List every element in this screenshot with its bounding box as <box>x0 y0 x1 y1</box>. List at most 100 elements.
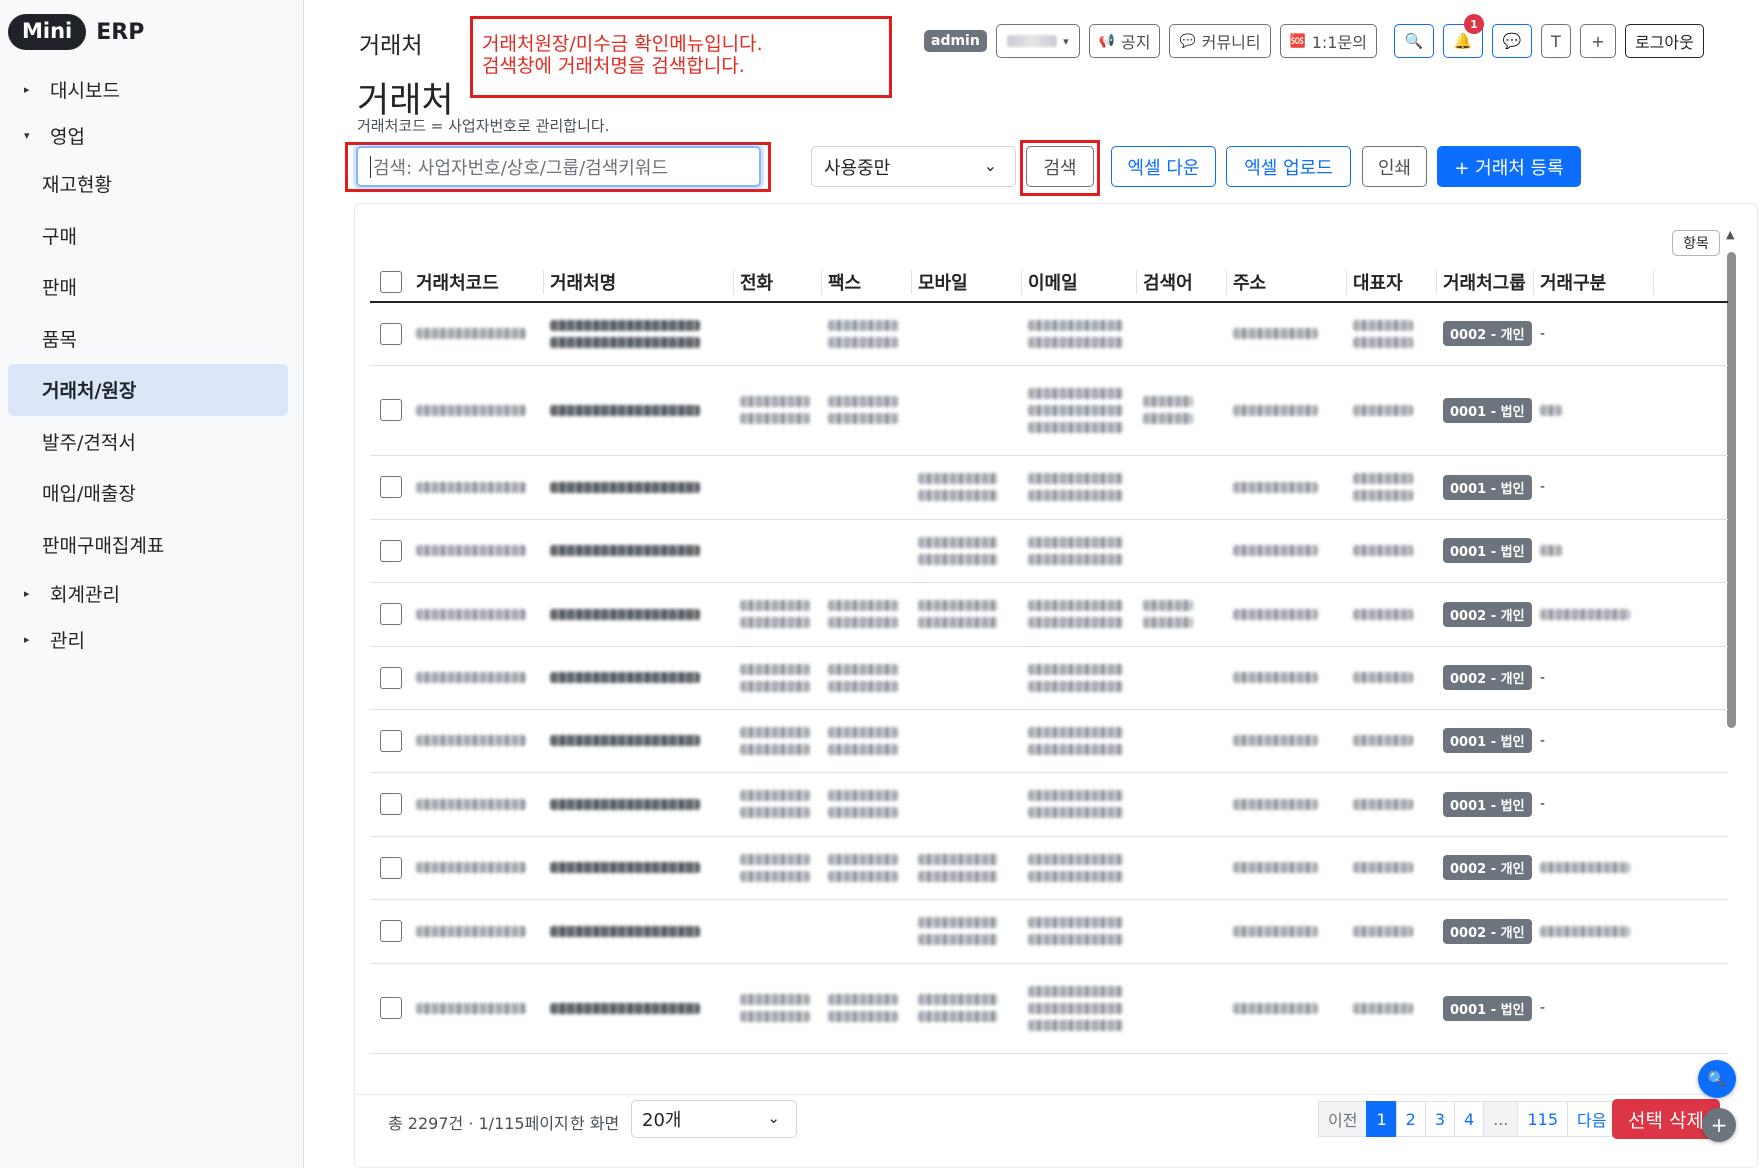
chat-icon: 💬 <box>1502 32 1522 50</box>
select-all-checkbox[interactable] <box>380 270 402 293</box>
redacted-text <box>1028 663 1123 675</box>
inquiry-button[interactable]: 🆘 1:1문의 <box>1279 24 1377 58</box>
table-row[interactable]: 0002 - 개인 <box>370 836 1728 900</box>
col-header-label: 검색어 <box>1143 272 1193 294</box>
total-count: 총 2297건 · 1/115페이지 <box>388 1114 569 1133</box>
column-settings-button[interactable]: 항목 <box>1672 230 1720 256</box>
col-header[interactable]: 이메일 <box>1022 262 1137 303</box>
sidebar-item-clients-ledger[interactable]: 거래처/원장 <box>8 364 288 416</box>
redacted-text <box>1028 336 1123 348</box>
floating-search-icon[interactable]: 🔍 <box>1698 1060 1736 1098</box>
pager-page[interactable]: 3 <box>1424 1101 1456 1137</box>
row-checkbox[interactable] <box>380 322 402 345</box>
user-menu-button[interactable]: ▾ <box>995 24 1080 58</box>
col-header[interactable]: 거래구분 <box>1534 262 1654 303</box>
row-checkbox[interactable] <box>380 793 402 815</box>
excel-upload-button[interactable]: 엑셀 업로드 <box>1226 146 1351 187</box>
sidebar-item-admin[interactable]: ▸ 관리 <box>0 616 304 662</box>
brand-logo[interactable]: Mini ERP <box>8 14 144 50</box>
col-header[interactable]: 거래처코드 <box>410 262 544 303</box>
sidebar-item-inventory[interactable]: 재고현황 <box>0 158 304 210</box>
search-button[interactable]: 검색 <box>1026 146 1094 187</box>
print-button[interactable]: 인쇄 <box>1362 146 1427 187</box>
table-row[interactable]: 0001 - 법인 - <box>370 455 1728 520</box>
theme-toggle-button[interactable]: T <box>1540 24 1571 58</box>
row-checkbox[interactable] <box>380 476 402 498</box>
row-checkbox[interactable] <box>380 666 402 689</box>
pager-page[interactable]: 1 <box>1366 1101 1397 1137</box>
floating-add-icon[interactable]: + <box>1702 1108 1736 1142</box>
search-input[interactable]: 검색: 사업자번호/상호/그룹/검색키워드 <box>356 146 761 187</box>
table-row[interactable]: 0002 - 개인 <box>370 899 1728 964</box>
notice-button[interactable]: 📢 공지 <box>1088 24 1161 58</box>
table-row[interactable]: 0001 - 법인 - <box>370 963 1728 1054</box>
row-checkbox[interactable] <box>380 539 402 562</box>
scroll-up-arrow-icon[interactable]: ▲ <box>1726 228 1734 241</box>
col-header[interactable]: 모바일 <box>912 262 1022 303</box>
community-button[interactable]: 💬 커뮤니티 <box>1169 24 1271 58</box>
table-row[interactable]: 0001 - 법인 - <box>370 772 1728 837</box>
register-client-button[interactable]: + 거래처 등록 <box>1437 146 1581 187</box>
redacted-text <box>1233 404 1318 416</box>
redacted-text <box>828 663 898 675</box>
notification-button[interactable]: 🔔 1 <box>1442 14 1484 58</box>
col-header[interactable]: 주소 <box>1227 262 1347 303</box>
sidebar-item-orders-quotes[interactable]: 발주/견적서 <box>0 416 304 468</box>
table-row[interactable]: 0001 - 법인 <box>370 365 1728 456</box>
col-header[interactable]: 검색어 <box>1137 262 1227 303</box>
redacted-text <box>1028 536 1123 548</box>
redacted-text <box>918 934 998 945</box>
row-checkbox[interactable] <box>380 603 402 625</box>
col-header[interactable]: 거래처그룹 <box>1437 262 1534 303</box>
sidebar-item-products[interactable]: 품목 <box>0 313 304 365</box>
table-cell-redacted <box>410 836 544 900</box>
megaphone-icon: 📢 <box>1098 33 1116 49</box>
pager-next[interactable]: 다음 <box>1567 1101 1617 1137</box>
sidebar-item-purchase-sales-book[interactable]: 매입/매출장 <box>0 467 304 519</box>
chat-button[interactable]: 💬 <box>1491 24 1532 58</box>
table-cell-redacted <box>912 836 1022 900</box>
client-group-cell: 0002 - 개인 <box>1437 646 1534 710</box>
row-checkbox[interactable] <box>380 856 402 879</box>
table-row[interactable]: 0002 - 개인 - <box>370 646 1728 710</box>
redacted-text <box>740 680 810 692</box>
notice-label: 공지 <box>1121 33 1151 52</box>
pager-prev[interactable]: 이전 <box>1318 1101 1368 1137</box>
sidebar-item-dashboard[interactable]: ▸ 대시보드 <box>0 66 304 112</box>
sidebar-item-label: 영업 <box>50 125 85 148</box>
pager-page[interactable]: 4 <box>1454 1101 1485 1137</box>
global-search-button[interactable]: 🔍 <box>1393 24 1434 58</box>
pager-page-last[interactable]: 115 <box>1517 1101 1569 1137</box>
excel-download-button[interactable]: 엑셀 다운 <box>1111 146 1216 187</box>
sidebar-item-summary[interactable]: 판매구매집계표 <box>0 519 304 571</box>
add-shortcut-button[interactable]: + <box>1579 24 1616 58</box>
sidebar-item-sale[interactable]: 판매 <box>0 261 304 313</box>
sidebar-item-accounting[interactable]: ▸ 회계관리 <box>0 570 304 616</box>
row-checkbox[interactable] <box>380 399 402 421</box>
table-row[interactable]: 0001 - 법인 <box>370 519 1728 583</box>
table-cell-overflow <box>1654 302 1728 366</box>
col-header[interactable]: 대표자 <box>1347 262 1437 303</box>
use-status-select[interactable]: 사용중만 ⌄ <box>811 146 1016 187</box>
redacted-text <box>1028 553 1123 565</box>
col-header[interactable]: 팩스 <box>822 262 912 303</box>
table-row[interactable]: 0001 - 법인 - <box>370 709 1728 773</box>
per-page-select[interactable]: 20개 ⌄ <box>631 1100 797 1138</box>
col-header-label: 거래처코드 <box>416 272 499 294</box>
table-row[interactable]: 0002 - 개인 <box>370 582 1728 647</box>
row-checkbox[interactable] <box>380 997 402 1019</box>
sidebar-item-purchase[interactable]: 구매 <box>0 210 304 262</box>
sidebar-item-sales[interactable]: ▾ 영업 <box>0 112 304 158</box>
table-cell-redacted <box>734 582 822 647</box>
table-cell-redacted <box>544 772 734 837</box>
row-checkbox[interactable] <box>380 729 402 752</box>
pager-page[interactable]: 2 <box>1395 1101 1426 1137</box>
table-cell-redacted <box>822 302 912 366</box>
redacted-text <box>416 1002 526 1014</box>
table-row[interactable]: 0002 - 개인 - <box>370 302 1728 366</box>
col-header[interactable]: 전화 <box>734 262 822 303</box>
col-header[interactable]: 거래처명 <box>544 262 734 303</box>
table-scrollbar[interactable] <box>1727 252 1736 728</box>
row-checkbox[interactable] <box>380 920 402 942</box>
logout-button[interactable]: 로그아웃 <box>1624 24 1704 58</box>
